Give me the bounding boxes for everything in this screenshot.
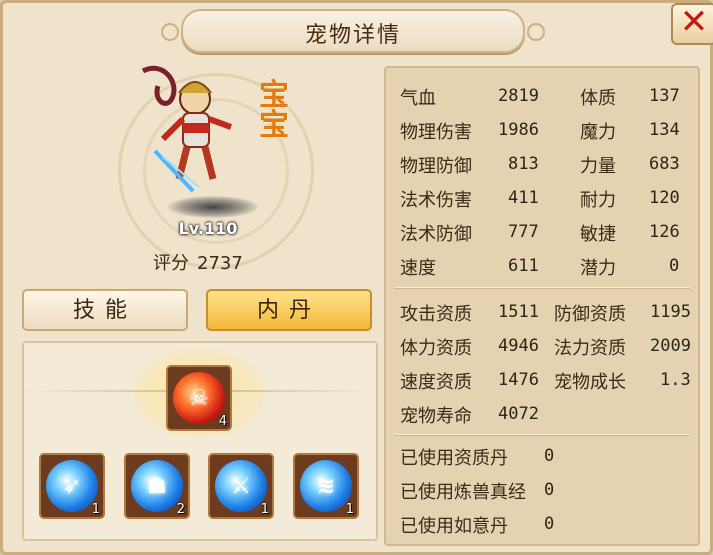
blue-shield-orb-icon: ⚔ xyxy=(215,460,267,512)
tab-skills[interactable]: 技能 xyxy=(22,289,188,331)
attr-label: 体质 xyxy=(580,88,616,109)
stack-count: 1 xyxy=(91,502,100,517)
attr-value: 411 xyxy=(508,188,539,208)
attr-label: 魔力 xyxy=(580,122,616,143)
score-value: 2737 xyxy=(197,253,243,274)
attr-label: 法术伤害 xyxy=(400,190,472,211)
attr-label: 力量 xyxy=(580,156,616,177)
title-right-ornament-icon xyxy=(527,23,545,41)
attr-label: 物理伤害 xyxy=(400,122,472,143)
usage-value: 0 xyxy=(544,514,555,534)
pet-model xyxy=(141,66,233,193)
fire-demon-orb-icon: ☠ xyxy=(173,372,225,424)
attr-label: 物理防御 xyxy=(400,156,472,177)
blue-slash-orb-icon: ≋ xyxy=(300,460,352,512)
neidan-slot-4[interactable]: ≋ 1 xyxy=(293,453,359,519)
baby-tag: 宝宝 xyxy=(259,78,289,143)
close-icon: ✕ xyxy=(679,2,709,42)
aptitude-value: 1195 xyxy=(650,302,691,322)
blue-claw-orb-icon: ➶ xyxy=(46,460,98,512)
aptitude-value: 2009 xyxy=(650,336,691,356)
aptitude-value: 4946 xyxy=(498,336,539,356)
attr-value: 611 xyxy=(508,256,539,276)
attr-value: 813 xyxy=(508,154,539,174)
stats-panel: 气血 2819 物理伤害 1986 物理防御 813 法术伤害 411 法术防御… xyxy=(384,66,700,546)
stack-count: 2 xyxy=(176,502,185,517)
usage-label: 已使用炼兽真经 xyxy=(400,482,526,503)
aptitude-label: 攻击资质 xyxy=(400,304,472,325)
attr-value: 120 xyxy=(649,188,680,208)
stack-count: 4 xyxy=(218,414,227,429)
aptitude-value: 4072 xyxy=(498,404,539,424)
attr-value: 2819 xyxy=(498,86,539,106)
attr-value: 777 xyxy=(508,222,539,242)
usage-label: 已使用如意丹 xyxy=(400,516,508,537)
attr-value: 683 xyxy=(649,154,680,174)
attr-value: 1986 xyxy=(498,120,539,140)
attr-label: 潜力 xyxy=(580,258,616,279)
aptitude-label: 体力资质 xyxy=(400,338,472,359)
pet-score: 评分 2737 xyxy=(153,249,251,275)
aptitude-label: 防御资质 xyxy=(554,304,626,325)
usage-label: 已使用资质丹 xyxy=(400,448,508,469)
stack-count: 1 xyxy=(260,502,269,517)
aptitude-value: 1511 xyxy=(498,302,539,322)
title-left-ornament-icon xyxy=(161,23,179,41)
attr-label: 气血 xyxy=(400,88,436,109)
blue-beast-orb-icon: ☗ xyxy=(131,460,183,512)
neidan-slot-2[interactable]: ☗ 2 xyxy=(124,453,190,519)
pet-portrait-area: 宝宝 Lv.110 评分 2737 xyxy=(23,61,373,281)
section-divider xyxy=(394,434,690,436)
attr-value: 134 xyxy=(649,120,680,140)
neidan-main-slot[interactable]: ☠ 4 xyxy=(166,365,232,431)
attr-label: 速度 xyxy=(400,258,436,279)
aptitude-label: 速度资质 xyxy=(400,372,472,393)
attr-value: 0 xyxy=(669,256,680,276)
usage-value: 0 xyxy=(544,480,555,500)
neidan-slot-1[interactable]: ➶ 1 xyxy=(39,453,105,519)
aptitude-value: 1.3 xyxy=(660,370,691,390)
aptitude-label: 宠物成长 xyxy=(554,372,626,393)
aptitude-label: 宠物寿命 xyxy=(400,406,472,427)
close-button[interactable]: ✕ xyxy=(671,2,713,45)
aptitude-label: 法力资质 xyxy=(554,338,626,359)
pet-detail-window: 宠物详情 ✕ 宝宝 Lv.110 评分 2737 技能 内丹 ☠ 4 ➶ 1 ☗… xyxy=(0,0,713,555)
neidan-slot-panel: ☠ 4 ➶ 1 ☗ 2 ⚔ 1 ≋ 1 xyxy=(22,341,378,541)
tab-neidan[interactable]: 内丹 xyxy=(206,289,372,331)
title-plate: 宠物详情 xyxy=(161,9,545,53)
attr-label: 敏捷 xyxy=(580,224,616,245)
attr-value: 137 xyxy=(649,86,680,106)
score-label: 评分 xyxy=(153,253,189,274)
aptitude-value: 1476 xyxy=(498,370,539,390)
attr-label: 法术防御 xyxy=(400,224,472,245)
stack-count: 1 xyxy=(345,502,354,517)
pet-level: Lv.110 xyxy=(178,219,238,238)
window-title: 宠物详情 xyxy=(304,23,401,48)
attr-value: 126 xyxy=(649,222,680,242)
section-divider xyxy=(394,287,690,289)
usage-value: 0 xyxy=(544,446,555,466)
attr-label: 耐力 xyxy=(580,190,616,211)
neidan-slot-3[interactable]: ⚔ 1 xyxy=(208,453,274,519)
